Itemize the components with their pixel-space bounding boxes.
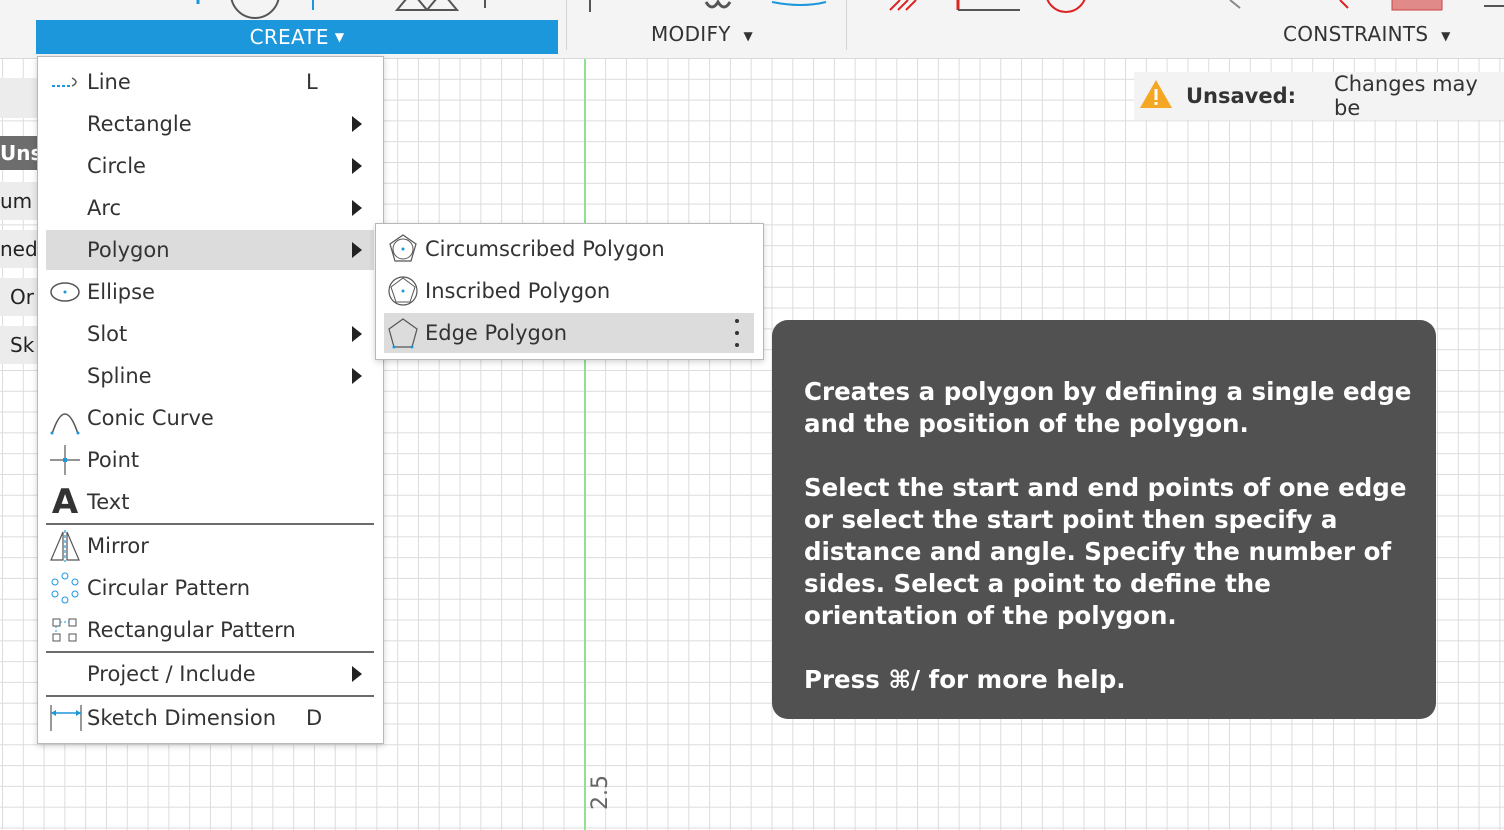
- menu-item-label: Circumscribed Polygon: [425, 237, 665, 261]
- panel-header: Uns: [0, 136, 40, 170]
- mirror-icon: [48, 526, 82, 566]
- rectangular-pattern-icon: [48, 610, 82, 650]
- menu-item-rectangular-pattern[interactable]: Rectangular Pattern: [46, 610, 374, 650]
- menu-item-label: Rectangle: [87, 112, 192, 136]
- menu-item-inscribed-polygon[interactable]: Inscribed Polygon: [384, 271, 754, 311]
- create-dropdown-menu: Line L Rectangle Circle Arc Polygon Elli…: [37, 56, 384, 744]
- inscribed-polygon-icon: [386, 271, 420, 311]
- sketch-dimension-icon: [48, 698, 82, 738]
- unsaved-message: Changes may be: [1334, 72, 1478, 120]
- menu-item-spline[interactable]: Spline: [46, 356, 374, 396]
- constraints-label: CONSTRAINTS: [1283, 22, 1429, 46]
- menu-item-rectangle[interactable]: Rectangle: [46, 104, 374, 144]
- menu-item-label: Circular Pattern: [87, 576, 251, 600]
- caret-down-icon: ▼: [1441, 28, 1451, 43]
- unsaved-title: Unsaved:: [1186, 84, 1297, 108]
- ellipse-icon: [48, 272, 82, 312]
- create-menu-button[interactable]: CREATE ▼: [36, 20, 558, 54]
- caret-down-icon: ▼: [743, 28, 754, 43]
- conic-curve-icon: [48, 398, 82, 438]
- polygon-submenu: Circumscribed Polygon Inscribed Polygon …: [375, 223, 764, 360]
- menu-item-label: Ellipse: [87, 280, 155, 304]
- modify-menu-button[interactable]: MODIFY ▼: [651, 22, 753, 46]
- caret-down-icon: ▼: [334, 30, 345, 44]
- toolbar: CREATE ▼ MODIFY ▼ CONSTRAINTS ▼: [0, 0, 1504, 59]
- menu-item-text[interactable]: A Text: [46, 482, 374, 522]
- more-options-icon[interactable]: [734, 319, 740, 347]
- tooltip-description: Creates a polygon by defining a single e…: [804, 377, 1412, 438]
- create-label: CREATE: [249, 25, 329, 49]
- menu-item-point[interactable]: Point: [46, 440, 374, 480]
- warning-icon: [1138, 78, 1174, 115]
- circular-pattern-icon: [48, 568, 82, 608]
- point-icon: [48, 440, 82, 480]
- menu-item-polygon[interactable]: Polygon: [46, 230, 374, 270]
- tooltip-instructions: Select the start and end points of one e…: [804, 473, 1407, 630]
- submenu-arrow-icon: [352, 200, 362, 216]
- menu-item-label: Mirror: [87, 534, 149, 558]
- menu-item-edge-polygon[interactable]: Edge Polygon: [384, 313, 754, 353]
- menu-item-slot[interactable]: Slot: [46, 314, 374, 354]
- menu-item-label: Edge Polygon: [425, 321, 568, 345]
- panel-button[interactable]: [0, 78, 40, 118]
- menu-item-mirror[interactable]: Mirror: [46, 526, 374, 566]
- help-tooltip: Creates a polygon by defining a single e…: [772, 320, 1436, 719]
- toolbar-icons-strip: [196, 0, 1504, 19]
- menu-item-circumscribed-polygon[interactable]: Circumscribed Polygon: [384, 229, 754, 269]
- menu-item-label: Polygon: [87, 238, 170, 262]
- vertical-axis-line: [584, 58, 586, 830]
- edge-polygon-icon: [386, 313, 420, 353]
- menu-item-label: Slot: [87, 322, 128, 346]
- menu-item-label: Arc: [87, 196, 122, 220]
- menu-item-label: Line: [87, 70, 131, 94]
- left-browser-panel: Uns um ned Or Sk: [0, 58, 50, 418]
- line-icon: [48, 62, 82, 102]
- tooltip-help-hint: Press ⌘/ for more help.: [804, 665, 1126, 694]
- toolbar-divider: [566, 0, 567, 50]
- menu-item-label: Sketch Dimension: [87, 706, 277, 730]
- shortcut-label: L: [306, 70, 318, 94]
- text-icon: A: [51, 482, 79, 522]
- menu-item-project-include[interactable]: Project / Include: [46, 654, 374, 694]
- menu-item-label: Conic Curve: [87, 406, 214, 430]
- menu-divider: [46, 523, 374, 525]
- axis-value-label: 2.5: [588, 775, 613, 810]
- submenu-arrow-icon: [352, 158, 362, 174]
- menu-item-conic-curve[interactable]: Conic Curve: [46, 398, 374, 438]
- circumscribed-polygon-icon: [386, 229, 420, 269]
- submenu-arrow-icon: [352, 242, 362, 258]
- toolbar-divider: [846, 0, 847, 50]
- panel-row[interactable]: um: [0, 182, 40, 220]
- menu-item-sketch-dimension[interactable]: Sketch Dimension D: [46, 698, 374, 738]
- menu-item-label: Circle: [87, 154, 146, 178]
- constraints-menu-button[interactable]: CONSTRAINTS ▼: [1283, 22, 1451, 46]
- menu-item-label: Spline: [87, 364, 152, 388]
- menu-item-label: Project / Include: [87, 662, 256, 686]
- menu-item-label: Inscribed Polygon: [425, 279, 611, 303]
- shortcut-label: D: [306, 706, 323, 730]
- submenu-arrow-icon: [352, 666, 362, 682]
- menu-item-label: Point: [87, 448, 140, 472]
- unsaved-banner: Unsaved: Changes may be: [1134, 72, 1504, 120]
- menu-divider: [46, 651, 374, 653]
- menu-item-circle[interactable]: Circle: [46, 146, 374, 186]
- submenu-arrow-icon: [352, 368, 362, 384]
- menu-item-arc[interactable]: Arc: [46, 188, 374, 228]
- panel-row[interactable]: ned: [0, 230, 40, 268]
- menu-item-ellipse[interactable]: Ellipse: [46, 272, 374, 312]
- menu-item-line[interactable]: Line L: [46, 62, 374, 102]
- submenu-arrow-icon: [352, 116, 362, 132]
- submenu-arrow-icon: [352, 326, 362, 342]
- menu-item-circular-pattern[interactable]: Circular Pattern: [46, 568, 374, 608]
- menu-divider: [46, 695, 374, 697]
- menu-item-label: Rectangular Pattern: [87, 618, 296, 642]
- menu-item-label: Text: [87, 490, 130, 514]
- modify-label: MODIFY: [651, 22, 731, 46]
